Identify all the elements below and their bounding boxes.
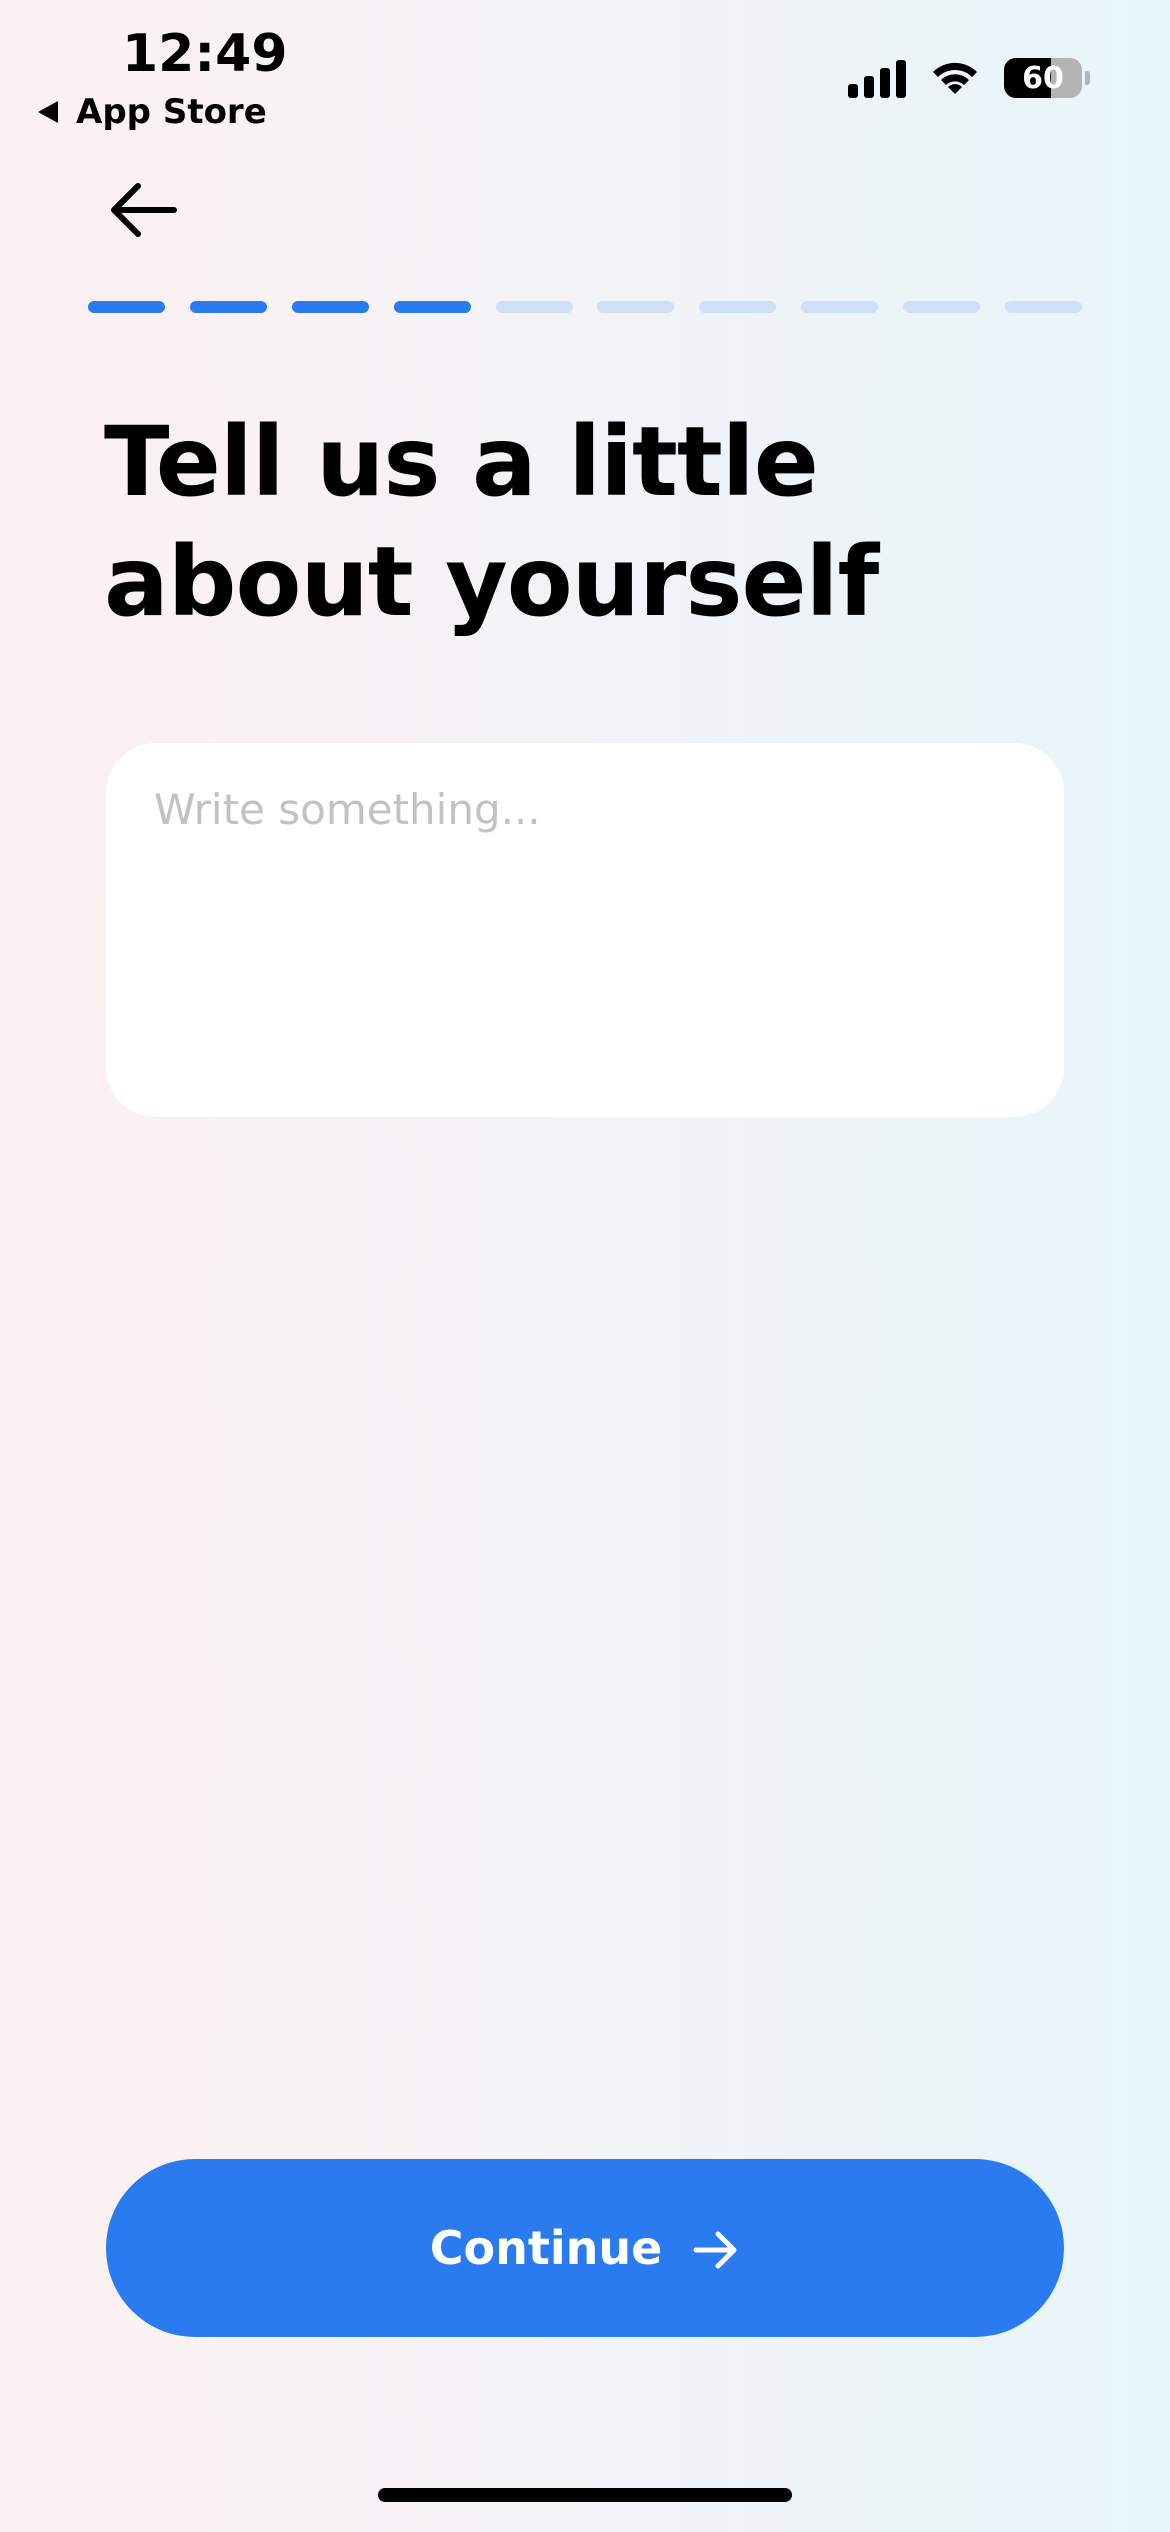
wifi-icon [933,62,977,94]
continue-button[interactable]: Continue [106,2159,1064,2337]
progress-step-complete [189,301,267,313]
back-to-app-label: App Store [76,92,267,132]
battery-percentage: 60 [1022,60,1064,96]
progress-step-pending [903,301,980,313]
status-icons: 60 [848,56,1090,100]
progress-step-pending [801,301,879,313]
battery-icon: 60 [1004,58,1090,98]
home-indicator[interactable] [378,2488,792,2502]
onboarding-progress [88,301,1082,313]
continue-label: Continue [429,2221,663,2275]
back-to-app-link[interactable]: App Store [38,88,267,136]
progress-step-complete [291,301,369,313]
arrow-right-icon [693,2231,737,2269]
cellular-signal-icon [848,58,906,98]
progress-step-pending [699,301,777,313]
status-time: 12:49 [122,24,288,84]
progress-step-pending [597,301,675,313]
back-button[interactable] [108,180,178,240]
progress-step-complete [88,301,165,313]
back-triangle-icon [38,101,58,123]
about-yourself-field[interactable] [106,743,1064,1117]
arrow-left-icon [111,183,177,237]
about-yourself-input[interactable] [154,785,1016,1075]
progress-step-complete [393,301,471,313]
page-title: Tell us a little about yourself [104,406,879,638]
progress-step-pending [1004,301,1082,313]
progress-step-pending [495,301,573,313]
